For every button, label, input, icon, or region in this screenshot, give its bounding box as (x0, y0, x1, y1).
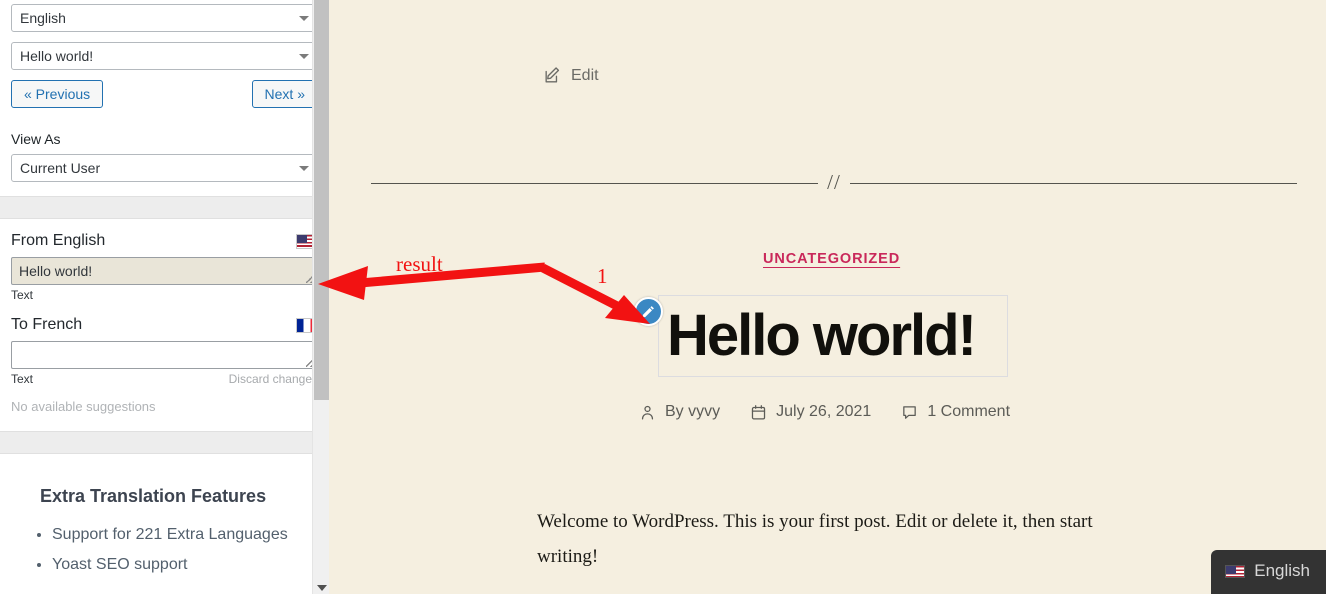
page-title: Hello world! (667, 303, 977, 368)
language-switcher-label: English (1254, 561, 1310, 580)
post-date-label: July 26, 2021 (776, 403, 872, 420)
post-comments: 1 Comment (901, 403, 1010, 421)
chevron-down-icon (299, 16, 309, 21)
string-select[interactable]: Hello world! (11, 42, 318, 70)
target-type-label: Text (11, 372, 34, 386)
extra-features-title: Extra Translation Features (40, 486, 267, 506)
post-comments-label: 1 Comment (927, 403, 1011, 420)
translation-sidebar: English Hello world! « Previous Next » V… (0, 0, 329, 594)
target-text-input[interactable] (11, 341, 318, 369)
sidebar-scrollbar[interactable] (312, 0, 329, 594)
next-button[interactable]: Next » (251, 80, 318, 108)
source-textarea-wrap (11, 257, 318, 285)
app-root: English Hello world! « Previous Next » V… (0, 0, 1326, 594)
source-text-input[interactable] (11, 257, 318, 285)
annotation-result-label: result (396, 252, 443, 276)
divider-glyph: // (827, 169, 841, 194)
extra-features-list: Support for 221 Extra Languages Yoast SE… (52, 520, 329, 580)
view-as-select-value: Current User (20, 160, 101, 176)
category-link[interactable]: UNCATEGORIZED (763, 251, 900, 267)
edit-link-label: Edit (571, 66, 599, 84)
target-language-label: To French (11, 316, 83, 333)
post-author: By vyvy (639, 403, 720, 421)
sidebar-top-controls: English Hello world! « Previous Next » V… (0, 0, 329, 182)
chevron-down-icon[interactable] (317, 585, 327, 591)
suggestions-status: No available suggestions (11, 399, 156, 414)
pagination-buttons: « Previous Next » (11, 80, 318, 108)
site-preview: Edit // UNCATEGORIZED Hello world! By vy… (329, 0, 1326, 594)
annotation-step-label: 1 (597, 264, 608, 288)
source-sub-row: Text (11, 288, 318, 302)
list-item: Yoast SEO support (52, 550, 329, 580)
divider-line (849, 182, 1298, 184)
post-date: July 26, 2021 (750, 403, 871, 421)
list-item: Support for 221 Extra Languages (52, 520, 329, 550)
translation-pair: From English Text To French Text (0, 219, 329, 414)
source-language-label: From English (11, 232, 106, 249)
string-select-value: Hello world! (20, 48, 94, 64)
section-divider-band (0, 431, 329, 454)
pencil-icon (642, 306, 654, 318)
language-select-value: English (20, 10, 66, 26)
edit-post-link[interactable]: Edit (543, 66, 599, 85)
content-divider: // (371, 169, 1298, 195)
chevron-down-icon (299, 54, 309, 59)
scrollbar-thumb[interactable] (314, 0, 329, 400)
language-switcher-widget[interactable]: English (1211, 550, 1326, 594)
target-language-header: To French (11, 316, 318, 334)
post-author-label: By vyvy (665, 403, 721, 420)
inline-edit-badge[interactable] (634, 297, 663, 326)
previous-button[interactable]: « Previous (11, 80, 104, 108)
source-language-header: From English (11, 232, 318, 250)
user-icon (641, 405, 654, 420)
language-select[interactable]: English (11, 4, 318, 32)
calendar-icon (751, 404, 766, 420)
post-body-text: Welcome to WordPress. This is your first… (537, 511, 1093, 567)
source-type-label: Text (11, 288, 34, 302)
post-meta: By vyvy July 26, 2021 1 Comment (639, 403, 1010, 421)
target-sub-row: Text Discard changes (11, 372, 318, 386)
comment-icon (903, 405, 917, 419)
chevron-down-icon (299, 166, 309, 171)
section-divider-band (0, 196, 329, 219)
target-textarea-wrap (11, 341, 318, 369)
view-as-select[interactable]: Current User (11, 154, 318, 182)
discard-changes-link[interactable]: Discard changes (229, 372, 318, 386)
view-as-label: View As (11, 131, 61, 147)
us-flag-icon (1225, 564, 1246, 578)
divider-line (371, 182, 819, 184)
edit-pencil-icon (545, 67, 560, 83)
